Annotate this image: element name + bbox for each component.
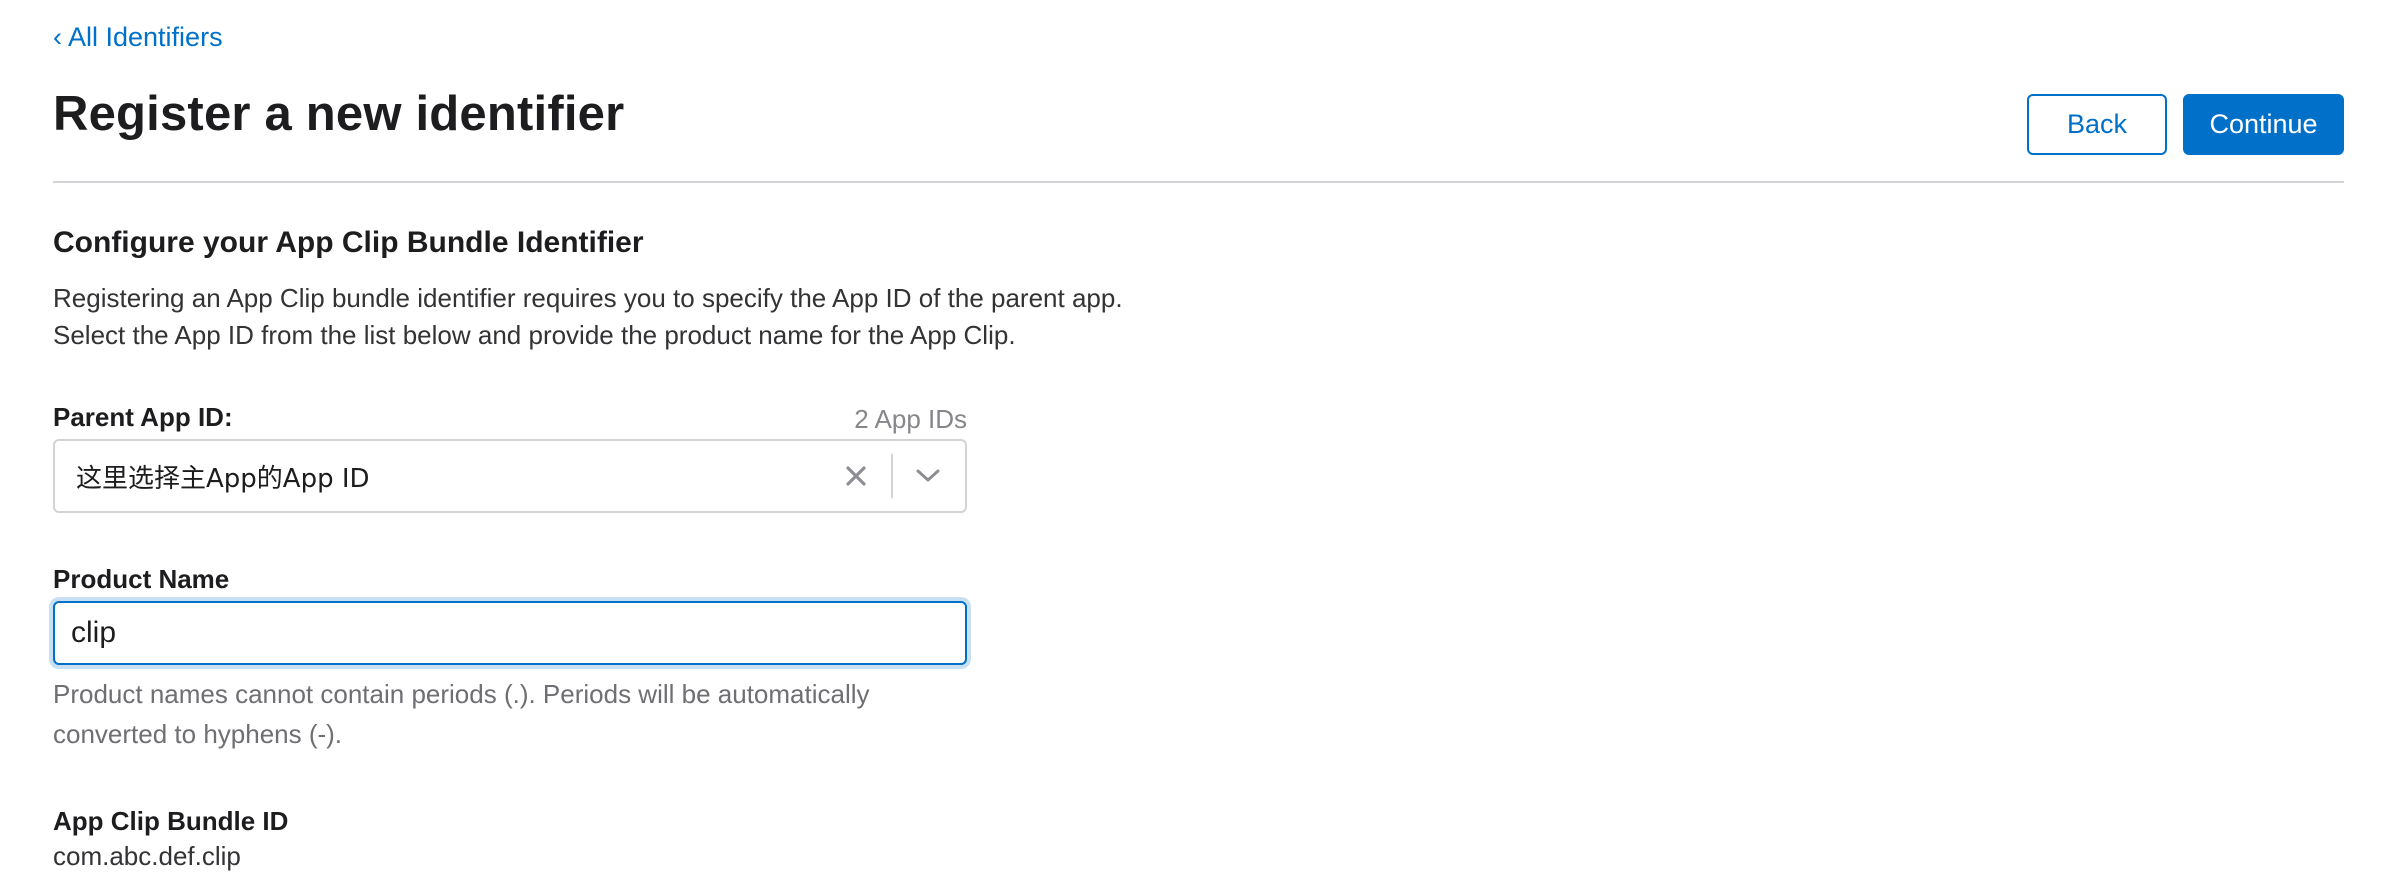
parent-app-id-label: Parent App ID: bbox=[53, 402, 233, 432]
product-name-helper: Product names cannot contain periods (.)… bbox=[53, 674, 967, 754]
description-line: Select the App ID from the list below an… bbox=[53, 320, 1016, 350]
app-id-count: 2 App IDs bbox=[854, 404, 967, 434]
chevron-left-icon: ‹ bbox=[53, 22, 62, 52]
parent-app-id-select[interactable]: 这里选择主App的App ID bbox=[53, 439, 967, 513]
header-divider bbox=[53, 181, 2344, 183]
breadcrumb-label: All Identifiers bbox=[68, 22, 223, 52]
back-button[interactable]: Back bbox=[2027, 94, 2167, 155]
app-clip-bundle-id-value: com.abc.def.clip bbox=[53, 841, 241, 871]
description-line: Registering an App Clip bundle identifie… bbox=[53, 283, 1123, 313]
product-name-input[interactable] bbox=[53, 601, 967, 665]
app-clip-bundle-id-label: App Clip Bundle ID bbox=[53, 806, 289, 836]
section-title: Configure your App Clip Bundle Identifie… bbox=[53, 226, 644, 259]
parent-app-id-value: 这里选择主App的App ID bbox=[76, 463, 370, 494]
breadcrumb-all-identifiers[interactable]: ‹ All Identifiers bbox=[53, 22, 223, 53]
product-name-label: Product Name bbox=[53, 564, 230, 594]
select-separator bbox=[891, 454, 893, 498]
helper-line: converted to hyphens (-). bbox=[53, 719, 343, 749]
chevron-down-icon[interactable] bbox=[903, 451, 953, 501]
helper-line: Product names cannot contain periods (.)… bbox=[53, 679, 870, 709]
page-title: Register a new identifier bbox=[53, 87, 625, 141]
continue-button[interactable]: Continue bbox=[2183, 94, 2344, 155]
page: ‹ All Identifiers Register a new identif… bbox=[0, 0, 2404, 894]
clear-icon[interactable] bbox=[831, 451, 881, 501]
section-description: Registering an App Clip bundle identifie… bbox=[53, 280, 1353, 354]
